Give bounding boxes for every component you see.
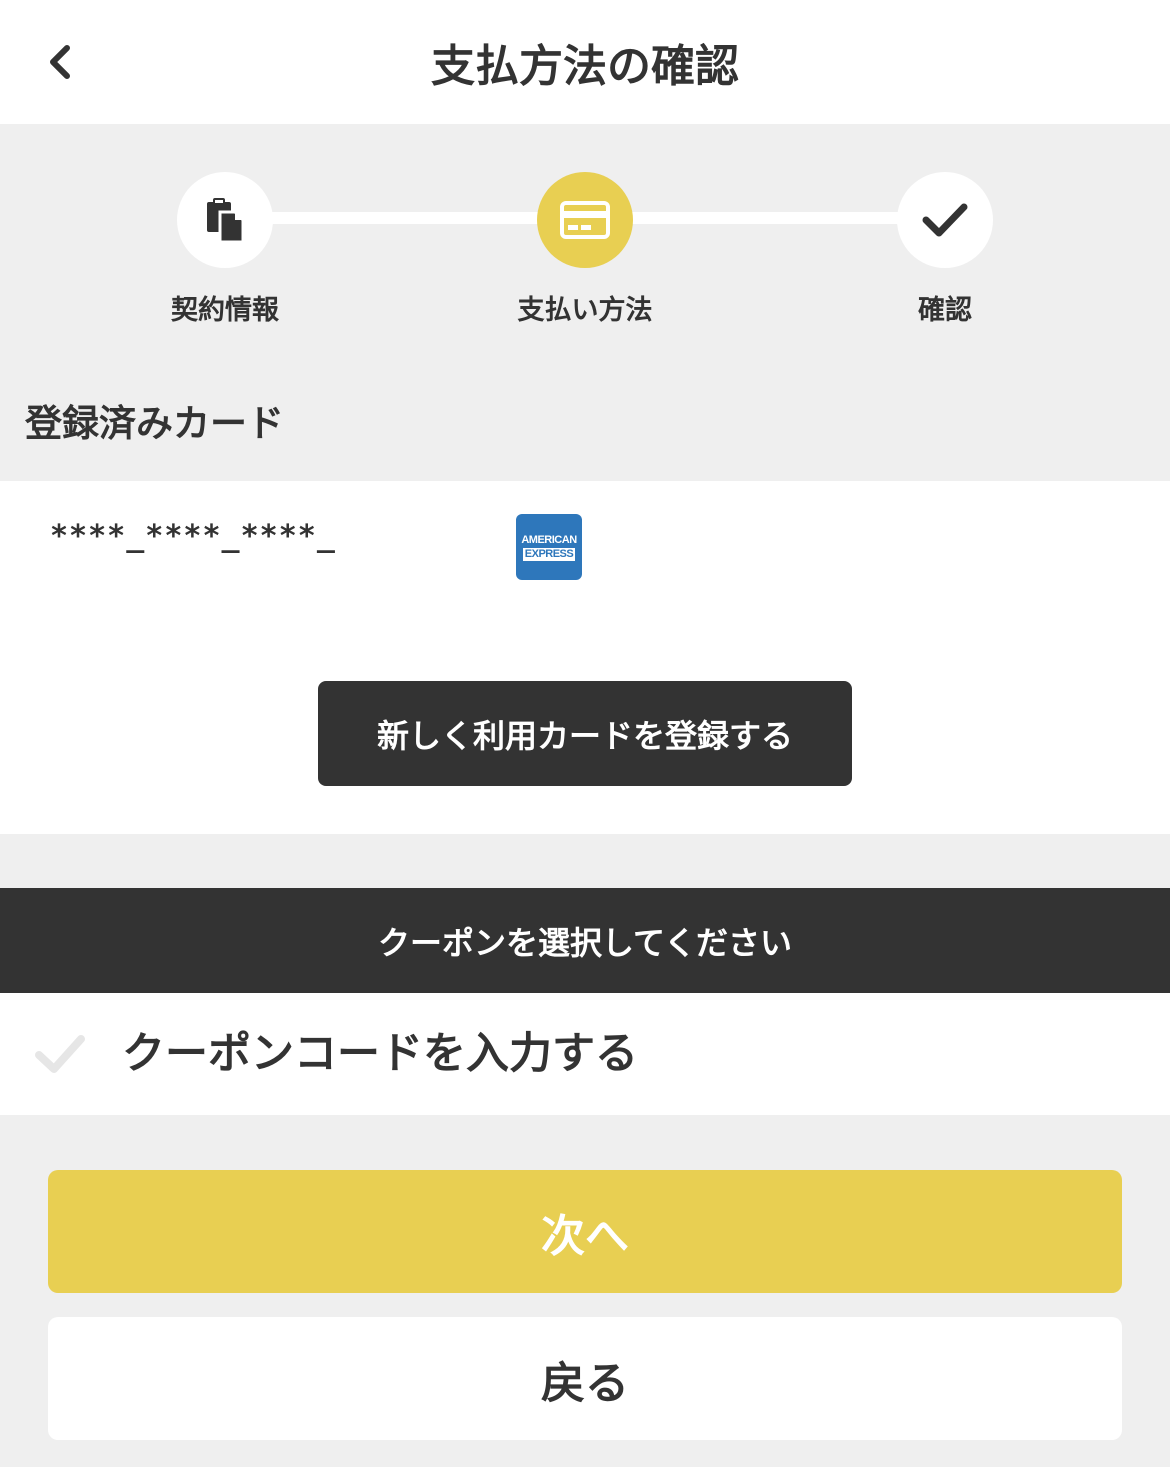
registered-cards-title: 登録済みカード (25, 402, 284, 445)
amex-logo-text: EXPRESS (522, 547, 576, 561)
register-new-card-button[interactable]: 新しく利用カードを登録する (318, 681, 852, 786)
step-payment-method (537, 172, 633, 268)
checkmark-icon (922, 203, 968, 237)
step-connector (225, 212, 585, 224)
amex-logo-text: AMERICAN (521, 533, 577, 546)
coupon-code-label: クーポンコードを入力する (122, 1029, 638, 1079)
card-number[interactable]: ****_****_****_ (50, 517, 336, 557)
coupon-select-bar[interactable]: クーポンを選択してください (0, 888, 1170, 993)
step-label: 支払い方法 (517, 295, 653, 326)
credit-card-icon (560, 201, 610, 239)
step-connector (585, 212, 945, 224)
step-label: 確認 (918, 295, 972, 326)
clipboard-icon (207, 198, 245, 244)
page-title: 支払方法の確認 (431, 41, 739, 92)
coupon-code-option[interactable]: クーポンコードを入力する (0, 993, 1170, 1115)
chevron-left-icon (50, 45, 70, 79)
registered-card-panel: ****_****_****_ AMERICAN EXPRESS 新しく利用カー… (0, 481, 1170, 834)
back-button[interactable] (30, 32, 90, 92)
amex-logo: AMERICAN EXPRESS (516, 514, 582, 580)
next-button[interactable]: 次へ (48, 1170, 1122, 1293)
back-button[interactable]: 戻る (48, 1317, 1122, 1440)
step-contract-info (177, 172, 273, 268)
step-label: 契約情報 (171, 295, 279, 326)
step-confirm (897, 172, 993, 268)
progress-stepper: 契約情報 支払い方法 確認 (0, 124, 1170, 364)
header: 支払方法の確認 (0, 0, 1170, 124)
payment-confirmation-screen: 支払方法の確認 契約情報 支払い方法 確認 登録済みカード ****_****_… (0, 0, 1170, 1467)
checkmark-icon[interactable] (34, 1031, 86, 1077)
